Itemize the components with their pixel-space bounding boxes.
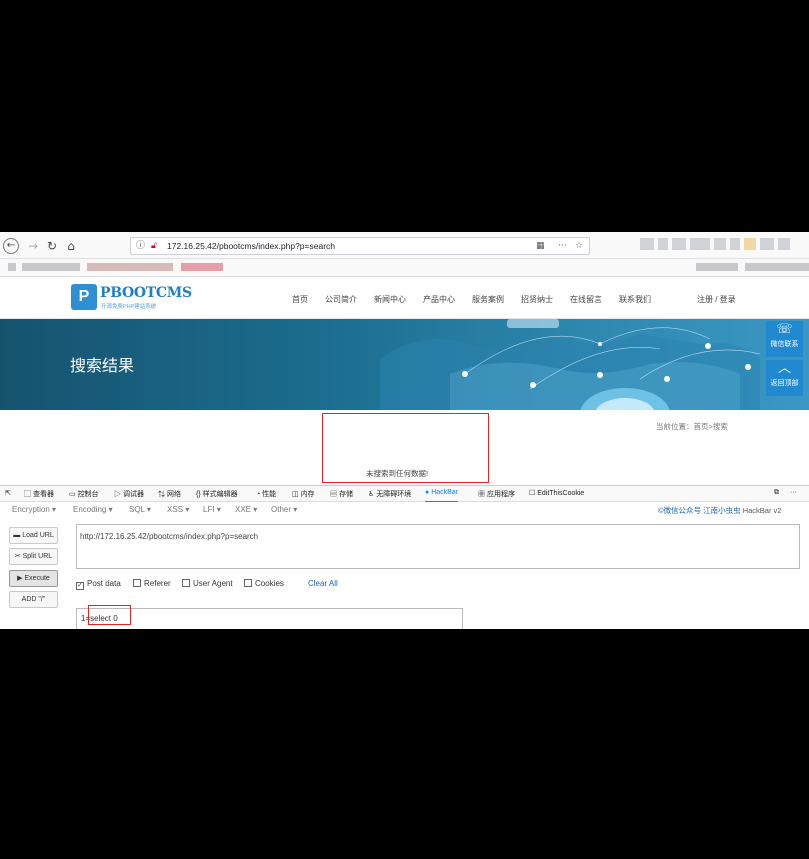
reload-icon[interactable]: ↻ (44, 238, 60, 254)
tab-memory[interactable]: ◫ 内存 (292, 489, 315, 499)
chevron-up-icon: ︿ (777, 361, 791, 376)
main-nav: 首页 公司简介 新闻中心 产品中心 服务案例 招贤纳士 在线留言 联系我们 (292, 294, 668, 306)
tab-storage[interactable]: ▤ 存储 (330, 489, 353, 499)
tab-performance[interactable]: ◔ 性能 (256, 489, 276, 499)
bookmarks-bar-blurred (0, 259, 809, 277)
credit-suffix: HackBar v2 (742, 506, 782, 515)
execute-button[interactable]: ▶ Execute (9, 570, 58, 587)
tab-style-editor[interactable]: {} 样式编辑器 (196, 489, 238, 499)
tab-accessibility[interactable]: ♿︎ 无障碍环境 (368, 489, 411, 499)
tab-application[interactable]: ▦ 应用程序 (478, 489, 515, 499)
bookmark-star-icon[interactable]: ☆ (575, 240, 583, 252)
nav-item-cases[interactable]: 服务案例 (472, 294, 504, 306)
logo-icon[interactable]: P (71, 284, 97, 310)
red-highlight-box (322, 413, 489, 483)
menu-other[interactable]: Other ▾ (271, 505, 297, 514)
nav-item-contact[interactable]: 联系我们 (619, 294, 651, 306)
hackbar-url-value[interactable]: http://172.16.25.42/pbootcms/index.php?p… (80, 532, 258, 541)
post-data-textarea[interactable]: 1=select 0 (76, 608, 463, 629)
credit-prefix: ©微信公众号 (658, 506, 702, 515)
home-icon[interactable]: ⌂ (63, 238, 79, 254)
url-text[interactable]: 172.16.25.42/pbootcms/index.php?p=search (167, 241, 335, 251)
user-agent-checkbox[interactable]: User Agent (182, 579, 233, 588)
page-banner: 搜索结果 (0, 319, 809, 410)
logo-subtitle: 开源免费PHP建站系统 (101, 304, 157, 310)
blurred-toolbar-icons (640, 238, 809, 252)
split-url-button[interactable]: ✂ Split URL (9, 548, 58, 565)
tab-network[interactable]: ⇅ 网络 (158, 489, 181, 499)
nav-item-home[interactable]: 首页 (292, 294, 308, 306)
credit-name: 江南小虫虫 (703, 506, 741, 515)
page-info-icon[interactable]: ⓘ (136, 240, 145, 252)
checkbox-checked-icon: ✓ (76, 582, 84, 590)
menu-xss[interactable]: XSS ▾ (167, 505, 189, 514)
menu-xxe[interactable]: XXE ▾ (235, 505, 257, 514)
load-url-icon: ▬ (13, 532, 21, 539)
red-highlight-box (88, 605, 131, 625)
split-url-icon: ✂ (14, 553, 21, 560)
hackbar-credit: ©微信公众号 江南小虫虫 HackBar v2 (658, 505, 781, 516)
menu-encryption[interactable]: Encryption ▾ (12, 505, 56, 514)
referer-checkbox[interactable]: Referer (133, 579, 171, 588)
site-header: P PBOOTCMS 开源免费PHP建站系统 首页 公司简介 新闻中心 产品中心… (0, 277, 809, 319)
logo-text[interactable]: PBOOTCMS (100, 285, 192, 301)
tab-debugger[interactable]: ▷ 调试器 (114, 489, 144, 499)
qr-icon[interactable]: ▦ (536, 240, 545, 252)
nav-item-message[interactable]: 在线留言 (570, 294, 602, 306)
login-register-link[interactable]: 注册 / 登录 (697, 294, 736, 305)
nav-item-about[interactable]: 公司简介 (325, 294, 357, 306)
breadcrumb[interactable]: 当前位置：首页>搜索 (656, 421, 728, 432)
element-picker-icon[interactable]: ⇱ (5, 489, 11, 497)
clear-all-link[interactable]: Clear All (308, 579, 338, 588)
menu-lfi[interactable]: LFI ▾ (203, 505, 221, 514)
browser-toolbar: ← → ↻ ⌂ ⓘ 🔓︎ 172.16.25.42/pbootcms/index… (0, 232, 809, 259)
load-url-button[interactable]: ▬ Load URL (9, 527, 58, 544)
wechat-icon: ☏ (776, 322, 793, 337)
banner-title: 搜索结果 (70, 358, 135, 375)
post-data-checkbox[interactable]: ✓ Post data (76, 579, 121, 590)
tab-hackbar[interactable]: ● HackBar (425, 489, 459, 503)
browser-screenshot: ← → ↻ ⌂ ⓘ 🔓︎ 172.16.25.42/pbootcms/index… (0, 232, 809, 629)
wechat-contact-button[interactable]: ☏ 微信联系 (766, 321, 803, 357)
more-icon[interactable]: ··· (558, 240, 567, 252)
wechat-contact-label: 微信联系 (770, 341, 799, 348)
nav-item-news[interactable]: 新闻中心 (374, 294, 406, 306)
back-to-top-button[interactable]: ︿ 返回顶部 (766, 360, 803, 396)
nav-item-jobs[interactable]: 招贤纳士 (521, 294, 553, 306)
forward-icon[interactable]: → (25, 238, 41, 254)
dock-icon[interactable]: ⧉ (774, 489, 779, 497)
menu-encoding[interactable]: Encoding ▾ (73, 505, 113, 514)
nav-item-products[interactable]: 产品中心 (423, 294, 455, 306)
cookies-checkbox[interactable]: Cookies (244, 579, 284, 588)
address-bar[interactable]: ⓘ 🔓︎ 172.16.25.42/pbootcms/index.php?p=s… (130, 237, 590, 255)
tab-inspector[interactable]: ▢ 查看器 (24, 489, 54, 499)
back-to-top-label: 返回顶部 (770, 380, 799, 387)
add-slash-button[interactable]: ADD "/" (9, 591, 58, 608)
execute-icon: ▶ (17, 575, 23, 582)
menu-sql[interactable]: SQL ▾ (129, 505, 151, 514)
tab-editthiscookie[interactable]: ☐ EditThisCookie (529, 489, 584, 497)
insecure-lock-icon: 🔓︎ (151, 241, 157, 251)
tab-console[interactable]: ▭ 控制台 (69, 489, 99, 499)
hackbar-url-textarea[interactable]: http://172.16.25.42/pbootcms/index.php?p… (76, 524, 800, 569)
back-icon[interactable]: ← (3, 238, 19, 254)
devtools-menu-icon[interactable]: ··· (790, 489, 797, 496)
devtools-tabbar: ⇱ ▢ 查看器 ▭ 控制台 ▷ 调试器 ⇅ 网络 {} 样式编辑器 ◔ 性能 ◫… (0, 485, 809, 503)
